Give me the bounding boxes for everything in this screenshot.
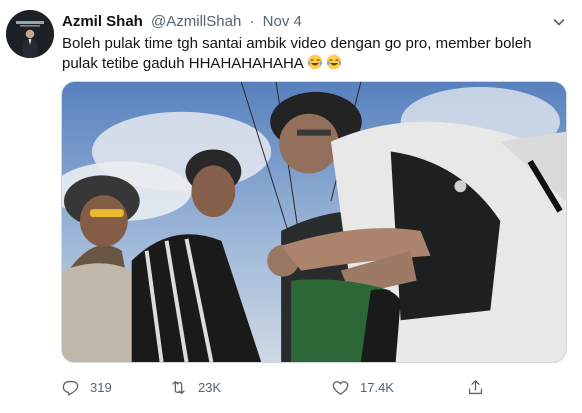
author-handle[interactable]: @AzmillShah <box>151 13 241 30</box>
tweet-video[interactable] <box>61 81 567 363</box>
like-button[interactable]: 17.4K <box>331 375 394 399</box>
retweet-count: 23K <box>198 379 222 395</box>
retweet-icon <box>172 380 185 394</box>
chevron-down-icon <box>553 19 565 26</box>
tweet-header: Azmil Shah @AzmillShah · Nov 4 <box>62 12 302 32</box>
reply-button[interactable]: 319 <box>61 375 112 399</box>
heart-icon <box>332 380 349 395</box>
reply-icon <box>62 380 79 396</box>
avatar[interactable] <box>6 10 54 58</box>
separator-dot: · <box>249 13 255 30</box>
profile-photo-icon <box>6 10 54 58</box>
like-count: 17.4K <box>360 379 394 395</box>
tweet-actions: 319 23K 17.4K <box>61 375 567 399</box>
author-name[interactable]: Azmil Shah <box>62 13 143 30</box>
tweet-text: Boleh pulak time tgh santai ambik video … <box>62 34 567 74</box>
share-icon <box>468 379 483 394</box>
tweet-text-body: Boleh pulak time tgh santai ambik video … <box>62 35 532 72</box>
share-button[interactable] <box>466 375 485 399</box>
retweet-button[interactable]: 23K <box>169 375 221 399</box>
more-options-button[interactable] <box>551 14 567 30</box>
face-with-tears-of-joy-icon <box>326 54 342 70</box>
tweet-card[interactable]: Azmil Shah @AzmillShah · Nov 4 Boleh pul… <box>0 0 582 413</box>
video-thumbnail-icon <box>62 82 566 362</box>
face-with-tears-of-joy-icon <box>307 54 323 70</box>
tweet-date[interactable]: Nov 4 <box>263 13 302 30</box>
reply-count: 319 <box>90 379 112 395</box>
